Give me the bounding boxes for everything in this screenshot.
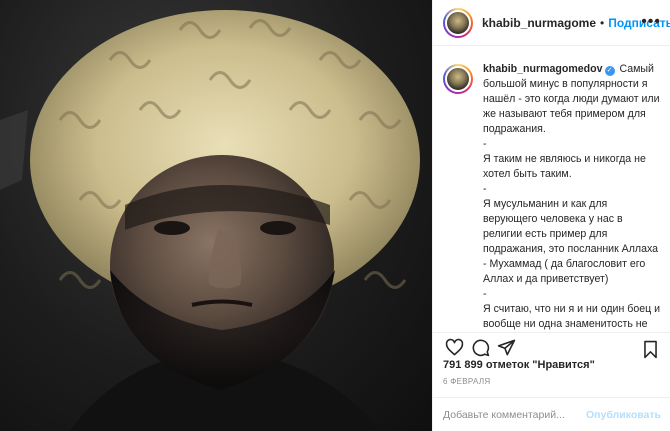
- share-icon: [497, 339, 515, 356]
- verified-badge-icon: ✓: [604, 66, 615, 76]
- header-username[interactable]: khabib_nurmagome: [482, 16, 596, 30]
- avatar-image: [445, 9, 471, 36]
- save-button[interactable]: [637, 338, 663, 360]
- more-icon[interactable]: •••: [641, 13, 661, 31]
- share-button[interactable]: [493, 337, 519, 359]
- caption-avatar[interactable]: [443, 64, 473, 94]
- avatar-image: [445, 66, 471, 92]
- caption-body: Самый большой минус в популярности я наш…: [483, 63, 661, 330]
- comment-icon: [472, 339, 489, 357]
- action-bar: [433, 332, 670, 362]
- publish-button[interactable]: Опубликовать: [586, 409, 661, 421]
- likes-count[interactable]: 791 899 отметок "Нравится": [443, 359, 595, 371]
- post-photo[interactable]: [0, 0, 432, 431]
- caption-username[interactable]: khabib_nurmagomedov: [483, 63, 603, 75]
- bookmark-icon: [643, 340, 657, 358]
- caption: khabib_nurmagomedov ✓ Самый большой минус…: [483, 62, 661, 332]
- comment-input[interactable]: [443, 408, 587, 421]
- post-header: khabib_nurmagome • Подписаться •••: [433, 0, 670, 46]
- avatar[interactable]: [443, 7, 473, 38]
- caption-area: khabib_nurmagomedov ✓ Самый большой минус…: [433, 56, 670, 332]
- heart-icon: [445, 338, 463, 356]
- post-sidebar: khabib_nurmagome • Подписаться ••• khabi…: [432, 0, 670, 431]
- like-button[interactable]: [441, 337, 467, 359]
- comment-button[interactable]: [467, 337, 493, 359]
- portrait-illustration: [0, 10, 420, 431]
- comment-bar: Опубликовать: [433, 397, 670, 431]
- separator-dot: •: [600, 15, 605, 30]
- instagram-post: khabib_nurmagome • Подписаться ••• khabi…: [0, 0, 670, 431]
- post-date[interactable]: 6 ФЕВРАЛЯ: [443, 377, 490, 386]
